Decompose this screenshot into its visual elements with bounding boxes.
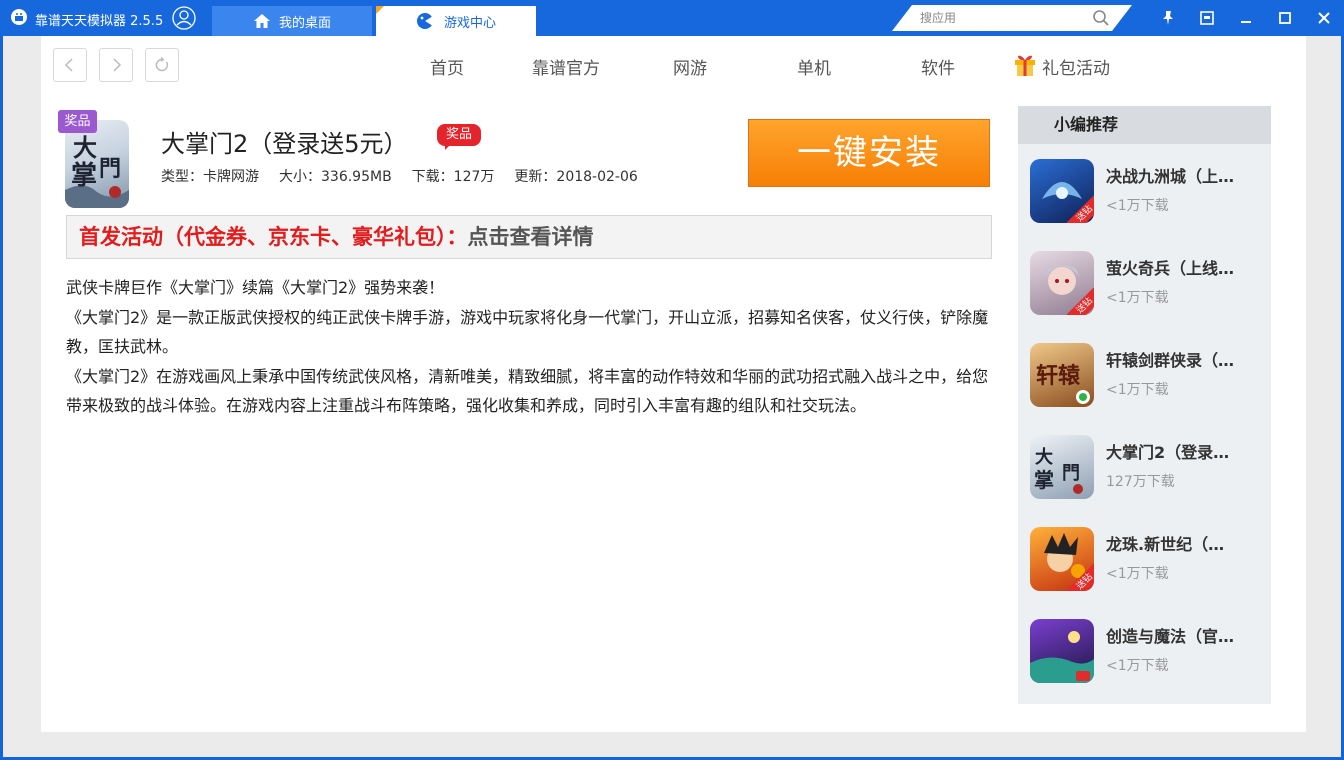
chevron-right-icon <box>113 58 122 72</box>
prize-badge: 奖品 <box>58 110 97 133</box>
editor-recommendations: 小编推荐 送钻 决战九洲城（上… <1万下载 送钻 萤火奇兵（上线… <1万下载 <box>1018 106 1271 704</box>
svg-text:掌: 掌 <box>71 161 97 191</box>
gamepad-icon <box>416 13 433 29</box>
badge-tail <box>445 144 451 150</box>
rec-title[interactable]: 轩辕剑群侠录（… <box>1106 347 1256 371</box>
android-logo-icon <box>11 9 27 25</box>
pin-icon[interactable] <box>1158 8 1178 28</box>
rec-title[interactable]: 创造与魔法（官… <box>1106 623 1256 647</box>
description-line: 《大掌门2》是一款正版武侠授权的纯正武侠卡牌手游，游戏中玩家将化身一代掌门，开山… <box>66 307 989 357</box>
rec-title[interactable]: 大掌门2（登录… <box>1106 439 1256 463</box>
promo-red-text: 首发活动（代金券、京东卡、豪华礼包）： <box>79 225 468 249</box>
tab-my-desktop[interactable]: 我的桌面 <box>212 6 372 36</box>
rec-downloads: <1万下载 <box>1106 566 1169 582</box>
app-meta: 类型：卡牌网游 大小：336.95MB 下载：127万 更新：2018-02-0… <box>161 166 638 186</box>
game-icon: 大掌門 <box>1030 435 1094 499</box>
svg-text:轩辕: 轩辕 <box>1036 363 1081 389</box>
rec-item[interactable]: 大掌門 大掌门2（登录… 127万下载 <box>1018 435 1271 515</box>
description-line: 《大掌门2》在游戏画风上秉承中国传统武侠风格，清新唯美，精致细腻，将丰富的动作特… <box>66 366 989 416</box>
rec-downloads: <1万下载 <box>1106 198 1169 214</box>
app-type: 类型：卡牌网游 <box>161 169 259 185</box>
search-icon[interactable] <box>1092 9 1110 27</box>
description-line: 武侠卡牌巨作《大掌门》续篇《大掌门2》强势来袭！ <box>66 278 445 297</box>
rec-item[interactable]: 创造与魔法（官… <1万下载 <box>1018 619 1271 699</box>
refresh-icon <box>155 57 169 72</box>
game-icon <box>1030 619 1094 683</box>
rec-item[interactable]: 送钻 决战九洲城（上… <1万下载 <box>1018 159 1271 239</box>
app-title: 靠谱天天模拟器 2.5.5 <box>35 14 164 29</box>
app-name: 大掌门2（登录送5元） <box>161 130 408 158</box>
app-icon-art: 大 掌 門 <box>65 133 129 208</box>
tab-label: 我的桌面 <box>278 15 331 31</box>
tab-corner-marker <box>376 6 384 14</box>
menu-gift-events[interactable]: 礼包活动 <box>1042 54 1110 79</box>
promo-banner[interactable]: 首发活动（代金券、京东卡、豪华礼包）：点击查看详情 <box>66 215 992 259</box>
mini-mode-icon[interactable] <box>1197 8 1217 28</box>
forward-button[interactable] <box>99 48 133 82</box>
app-icon-text: 大 <box>73 133 97 162</box>
gift-icon[interactable] <box>1013 51 1037 77</box>
rec-title[interactable]: 龙珠.新世纪（… <box>1106 531 1256 555</box>
menu-official[interactable]: 靠谱官方 <box>532 54 600 79</box>
title-bar: 靠谱天天模拟器 2.5.5 我的桌面 游戏中心 <box>0 0 1344 36</box>
app-updated: 更新：2018-02-06 <box>514 169 638 185</box>
app-downloads: 下载：127万 <box>411 169 495 185</box>
refresh-button[interactable] <box>145 48 179 82</box>
home-icon <box>253 14 270 28</box>
back-button[interactable] <box>53 48 87 82</box>
user-avatar-icon[interactable] <box>172 6 196 30</box>
red-prize-badge: 奖品 <box>437 124 481 146</box>
game-icon: 送钻 <box>1030 251 1094 315</box>
game-icon: 轩辕 <box>1030 343 1094 407</box>
rec-title[interactable]: 决战九洲城（上… <box>1106 163 1256 187</box>
tab-game-center[interactable]: 游戏中心 <box>376 6 536 36</box>
rec-downloads: <1万下载 <box>1106 290 1169 306</box>
svg-text:門: 門 <box>99 156 121 182</box>
rec-downloads: 127万下载 <box>1106 474 1175 490</box>
rec-downloads: <1万下载 <box>1106 382 1169 398</box>
search-box[interactable] <box>892 5 1132 31</box>
game-icon: 送钻 <box>1030 527 1094 591</box>
rec-downloads: <1万下载 <box>1106 658 1169 674</box>
promo-detail-link[interactable]: 点击查看详情 <box>468 225 594 249</box>
menu-online-games[interactable]: 网游 <box>673 54 707 79</box>
rec-item[interactable]: 送钻 龙珠.新世纪（… <1万下载 <box>1018 527 1271 607</box>
menu-software[interactable]: 软件 <box>921 54 955 79</box>
app-size: 大小：336.95MB <box>279 169 392 185</box>
sidebar-title: 小编推荐 <box>1018 106 1271 144</box>
close-icon[interactable] <box>1314 8 1334 28</box>
maximize-icon[interactable] <box>1275 8 1295 28</box>
game-icon: 送钻 <box>1030 159 1094 223</box>
rec-item[interactable]: 轩辕 轩辕剑群侠录（… <1万下载 <box>1018 343 1271 423</box>
app-description: 武侠卡牌巨作《大掌门》续篇《大掌门2》强势来袭！ 《大掌门2》是一款正版武侠授权… <box>66 273 996 421</box>
menu-single-player[interactable]: 单机 <box>797 54 831 79</box>
svg-text:掌: 掌 <box>1034 468 1054 492</box>
content-area: 首页 靠谱官方 网游 单机 软件 礼包活动 大 掌 門 奖品 大掌门2（登录送5… <box>3 36 1341 757</box>
one-click-install-button[interactable]: 一键安装 <box>748 119 990 187</box>
svg-text:大: 大 <box>1035 446 1053 468</box>
menu-home[interactable]: 首页 <box>430 54 464 79</box>
tab-label: 游戏中心 <box>443 15 496 31</box>
minimize-icon[interactable] <box>1236 8 1256 28</box>
search-input[interactable] <box>920 8 1090 28</box>
app-icon: 大 掌 門 <box>65 120 129 208</box>
rec-item[interactable]: 送钻 萤火奇兵（上线… <1万下载 <box>1018 251 1271 331</box>
chevron-left-icon <box>64 58 73 72</box>
rec-title[interactable]: 萤火奇兵（上线… <box>1106 255 1256 279</box>
svg-text:門: 門 <box>1062 463 1080 484</box>
app-detail-page: 首页 靠谱官方 网游 单机 软件 礼包活动 大 掌 門 奖品 大掌门2（登录送5… <box>41 36 1306 732</box>
